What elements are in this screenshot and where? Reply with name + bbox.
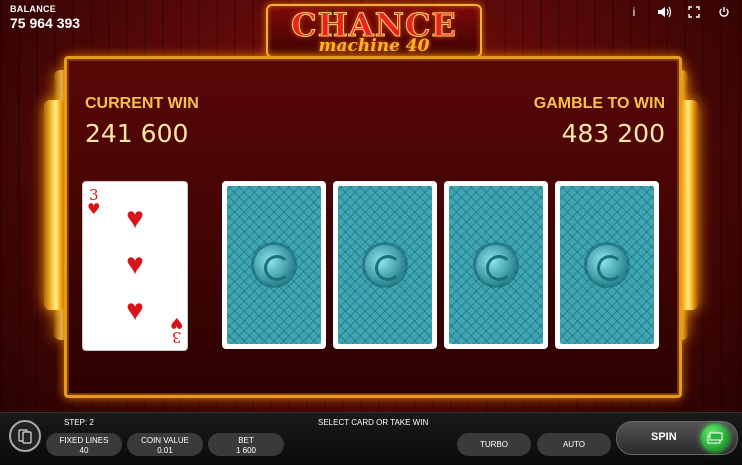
gamble-panel: CURRENT WIN 241 600 GAMBLE TO WIN 483 20… <box>64 56 682 398</box>
card-back-pattern <box>338 186 432 344</box>
coin-value-label: COIN VALUE <box>141 436 189 445</box>
bet-value: 1 600 <box>235 446 257 455</box>
power-icon[interactable] <box>716 4 732 20</box>
logo-subtitle: machine 40 <box>318 36 430 56</box>
fixed-lines-value: 40 <box>79 446 89 455</box>
game-logo: CHANCE machine 40 <box>266 4 482 58</box>
heart-pip-icon: ♥ <box>126 248 144 281</box>
heart-pip-icon: ♥ <box>126 202 144 235</box>
turbo-button[interactable]: TURBO <box>457 433 531 456</box>
card-back-emblem-icon <box>587 245 627 285</box>
bet-label: BET <box>238 436 254 445</box>
top-icons: i <box>626 4 732 20</box>
face-down-card-4[interactable] <box>555 181 659 349</box>
fixed-lines-label: FIXED LINES <box>59 436 109 445</box>
card-back-emblem-icon <box>254 245 294 285</box>
card-back-emblem-icon <box>476 245 516 285</box>
coin-value-selector[interactable]: COIN VALUE 0.01 <box>127 433 203 456</box>
card-rank-text-bottom: 3 <box>171 328 182 346</box>
current-win-label: CURRENT WIN <box>85 95 199 112</box>
gamble-cards-icon[interactable] <box>9 420 41 452</box>
card-back-emblem-icon <box>365 245 405 285</box>
fullscreen-icon[interactable] <box>686 4 702 20</box>
face-down-card-2[interactable] <box>333 181 437 349</box>
face-down-card-1[interactable] <box>222 181 326 349</box>
gamble-to-win-label: GAMBLE TO WIN <box>533 95 665 112</box>
spin-button[interactable]: SPIN <box>616 421 738 455</box>
auto-button[interactable]: AUTO <box>537 433 611 456</box>
bottom-control-bar: STEP: 2 SELECT CARD OR TAKE WIN FIXED LI… <box>0 412 742 465</box>
current-win-value: 241 600 <box>85 119 189 148</box>
heart-pip-icon: ♥ <box>126 294 144 327</box>
balance-value: 75 964 393 <box>10 15 81 31</box>
take-win-cash-icon[interactable] <box>701 424 729 452</box>
coin-value-value: 0.01 <box>157 446 173 455</box>
card-rank-top: 3 ♥ <box>87 186 101 218</box>
bet-selector[interactable]: BET 1 600 <box>208 433 284 456</box>
step-indicator: STEP: 2 <box>64 418 94 427</box>
info-icon[interactable]: i <box>626 4 642 20</box>
gamble-to-win-value: 483 200 <box>561 119 665 148</box>
card-back-pattern <box>227 186 321 344</box>
card-rank-text: 3 <box>88 186 99 204</box>
face-down-card-3[interactable] <box>444 181 548 349</box>
status-message: SELECT CARD OR TAKE WIN <box>318 418 429 427</box>
spin-label: SPIN <box>651 431 677 443</box>
card-rank-bottom: 3 ♥ <box>169 314 183 346</box>
dealer-card: 3 ♥ ♥ ♥ ♥ 3 ♥ <box>82 181 188 351</box>
fixed-lines-display: FIXED LINES 40 <box>46 433 122 456</box>
sound-icon[interactable] <box>656 4 672 20</box>
left-glow-column <box>44 100 66 310</box>
balance-label: BALANCE <box>10 4 57 14</box>
card-back-pattern <box>560 186 654 344</box>
card-back-pattern <box>449 186 543 344</box>
